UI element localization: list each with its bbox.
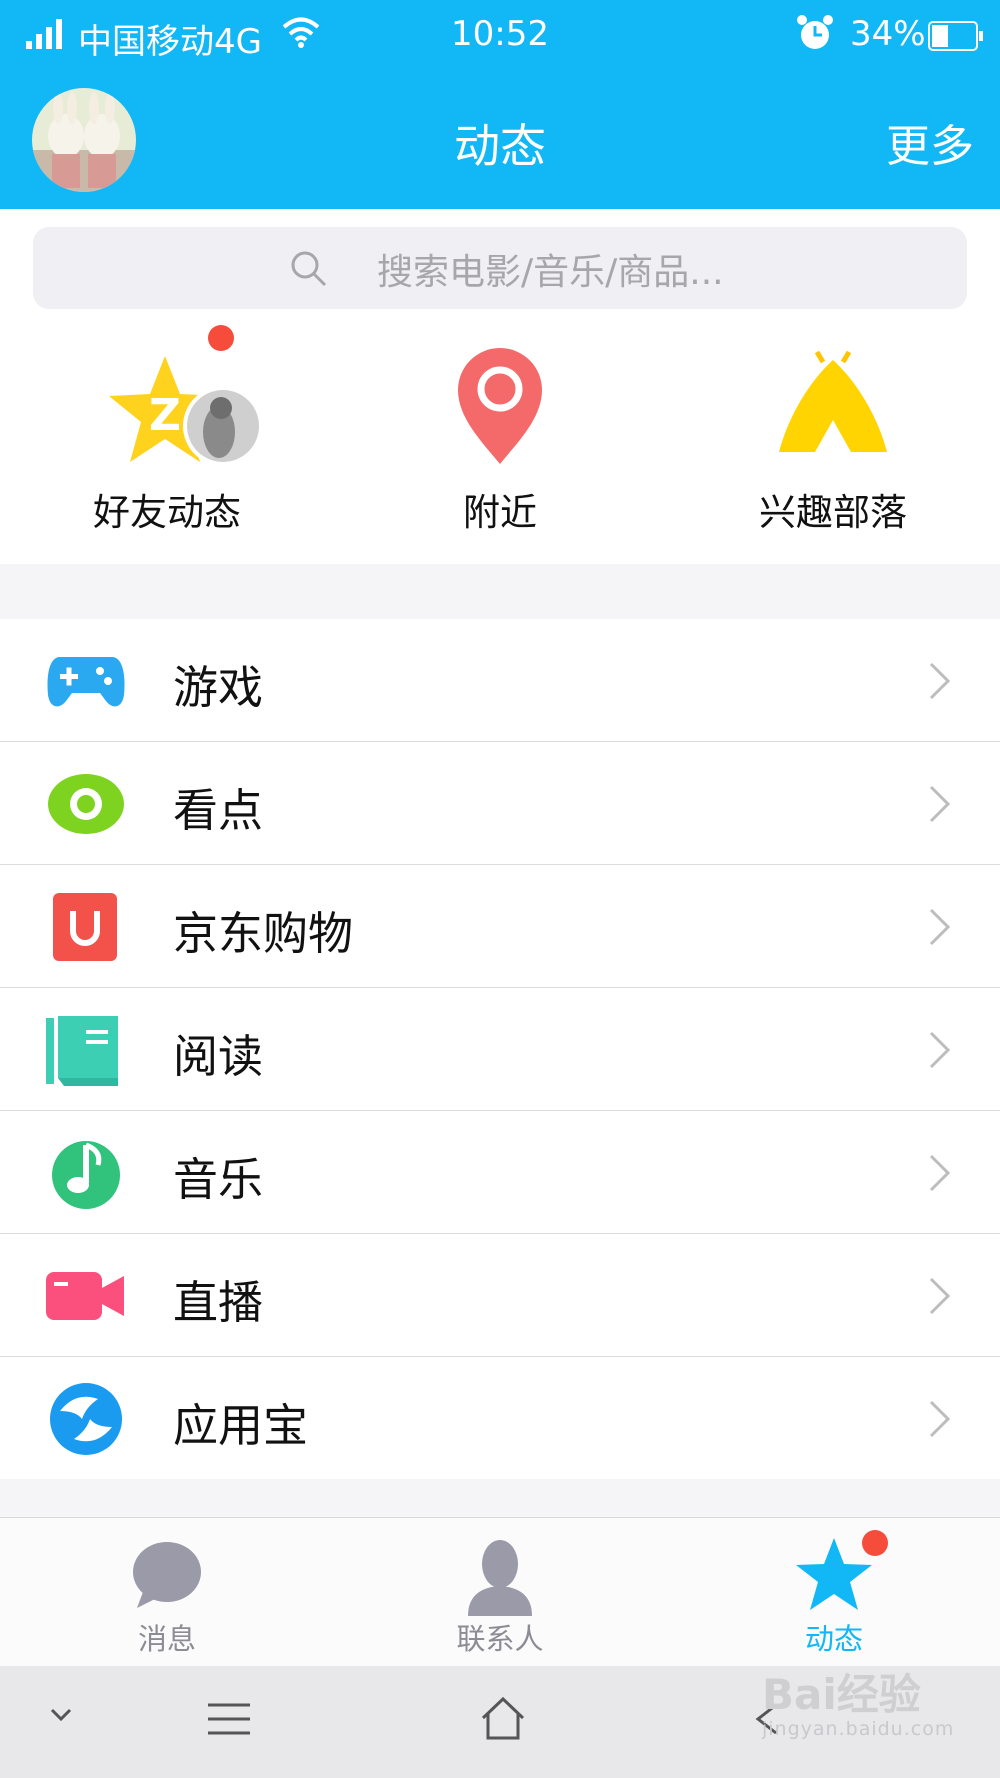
feeds-badge	[862, 1530, 888, 1556]
list-item-label: 看点	[173, 784, 264, 837]
chevron-down-icon[interactable]	[48, 1706, 74, 1728]
location-pin-icon	[370, 334, 630, 464]
friends-star-icon: Z	[37, 334, 297, 466]
chevron-right-icon	[928, 1276, 952, 1320]
feature-list: 游戏 看点 京东购物 阅读 音乐 直播 应用宝	[0, 619, 1000, 1479]
system-nav-bar: Bai经验 jingyan.baidu.com	[0, 1666, 1000, 1778]
tab-messages[interactable]: 消息	[67, 1518, 267, 1667]
list-item-label: 音乐	[173, 1153, 264, 1206]
battery-icon	[928, 20, 984, 60]
tab-contacts[interactable]: 联系人	[400, 1518, 600, 1667]
search-icon	[289, 249, 329, 293]
chevron-right-icon	[928, 784, 952, 828]
quick-label: 好友动态	[93, 491, 241, 534]
chevron-right-icon	[928, 907, 952, 951]
list-item-app-store[interactable]: 应用宝	[0, 1356, 1000, 1479]
tab-feeds[interactable]: 动态	[734, 1518, 934, 1667]
list-item-label: 阅读	[173, 1030, 264, 1083]
watermark-brand: Bai经验	[762, 1670, 921, 1719]
chevron-right-icon	[928, 661, 952, 705]
watermark: Bai经验 jingyan.baidu.com	[762, 1670, 955, 1746]
status-bar: 中国移动4G 10:52 34%	[0, 0, 1000, 72]
more-button[interactable]: 更多	[886, 110, 974, 174]
list-item-label: 直播	[173, 1276, 264, 1329]
chevron-right-icon	[928, 1030, 952, 1074]
person-icon	[450, 1536, 550, 1616]
list-item-label: 游戏	[173, 661, 264, 714]
jd-bag-icon	[46, 889, 126, 965]
list-item-game[interactable]: 游戏	[0, 619, 1000, 741]
app-store-icon	[46, 1381, 126, 1457]
list-item-live[interactable]: 直播	[0, 1233, 1000, 1356]
list-item-label: 京东购物	[173, 907, 354, 960]
svg-text:Z: Z	[149, 390, 181, 441]
battery-percent: 34%	[850, 14, 926, 54]
app-header: 动态 更多	[0, 72, 1000, 209]
list-item-kandian[interactable]: 看点	[0, 741, 1000, 864]
watermark-url: jingyan.baidu.com	[762, 1718, 955, 1740]
eye-icon	[46, 766, 126, 842]
chevron-right-icon	[928, 1153, 952, 1197]
menu-icon[interactable]	[206, 1702, 252, 1740]
video-camera-icon	[46, 1258, 126, 1334]
list-item-label: 应用宝	[173, 1399, 309, 1452]
top-bar: 中国移动4G 10:52 34% 动态 更多	[0, 0, 1000, 209]
tent-icon	[703, 334, 963, 454]
quick-interest-tribe[interactable]: 兴趣部落	[703, 334, 963, 534]
gamepad-icon	[46, 643, 126, 719]
music-note-icon	[46, 1135, 126, 1211]
chat-bubble-icon	[117, 1536, 217, 1616]
page-title: 动态	[454, 119, 546, 173]
tab-label: 联系人	[456, 1622, 544, 1656]
bottom-tab-bar: 消息 联系人 动态	[0, 1517, 1000, 1667]
list-item-music[interactable]: 音乐	[0, 1110, 1000, 1233]
quick-area: 搜索电影/音乐/商品... Z 好友动态 附近 兴趣部落	[0, 209, 1000, 564]
tab-label: 消息	[137, 1622, 196, 1656]
quick-label: 附近	[463, 491, 537, 534]
chevron-right-icon	[928, 1399, 952, 1443]
home-icon[interactable]	[480, 1696, 526, 1744]
list-item-jd-shopping[interactable]: 京东购物	[0, 864, 1000, 987]
alarm-icon	[795, 14, 835, 61]
search-placeholder: 搜索电影/音乐/商品...	[377, 252, 724, 293]
list-item-reading[interactable]: 阅读	[0, 987, 1000, 1110]
friends-feed-badge	[208, 325, 234, 351]
quick-nearby[interactable]: 附近	[370, 334, 630, 534]
book-icon	[46, 1012, 126, 1088]
quick-friends-feed[interactable]: Z 好友动态	[37, 325, 297, 534]
quick-label: 兴趣部落	[759, 491, 907, 534]
tab-label: 动态	[804, 1622, 863, 1656]
search-input[interactable]: 搜索电影/音乐/商品...	[33, 227, 967, 309]
